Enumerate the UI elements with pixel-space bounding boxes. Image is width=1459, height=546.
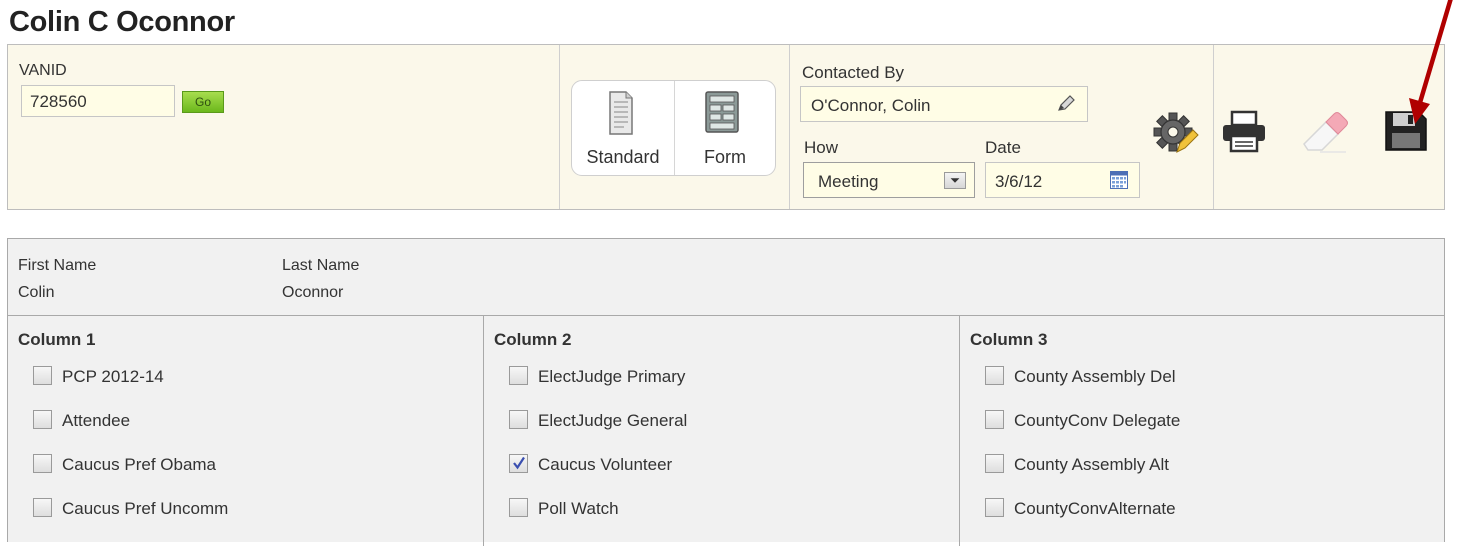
- date-input[interactable]: 3/6/12: [985, 162, 1140, 198]
- checkbox-label: Caucus Pref Obama: [62, 455, 217, 474]
- date-label: Date: [985, 138, 1021, 157]
- checkbox[interactable]: [509, 498, 528, 517]
- first-name-label: First Name: [18, 257, 97, 274]
- checkbox[interactable]: [509, 366, 528, 385]
- checkbox[interactable]: [33, 410, 52, 429]
- print-icon[interactable]: [1220, 110, 1268, 154]
- date-value: 3/6/12: [995, 172, 1043, 191]
- annotation-arrow: [1409, 0, 1453, 124]
- last-name-value: Oconnor: [282, 284, 344, 301]
- document-icon: [609, 91, 633, 135]
- checkbox[interactable]: [985, 410, 1004, 429]
- calendar-icon[interactable]: [1110, 171, 1128, 189]
- form-icon: [705, 91, 739, 133]
- checkbox-label: CountyConvAlternate: [1014, 499, 1176, 518]
- standard-label: Standard: [586, 147, 660, 167]
- checkbox[interactable]: [509, 410, 528, 429]
- checkbox-label: ElectJudge Primary: [538, 367, 686, 386]
- checkbox[interactable]: [985, 498, 1004, 517]
- contact-toolbar: VANID 728560 Go Standard Form Contacted …: [7, 44, 1445, 210]
- chevron-down-icon[interactable]: [944, 172, 966, 189]
- last-name-label: Last Name: [282, 257, 360, 274]
- checkbox[interactable]: [33, 498, 52, 517]
- checkbox-label: ElectJudge General: [538, 411, 688, 430]
- checkbox-label: PCP 2012-14: [62, 367, 164, 386]
- go-button[interactable]: Go: [182, 91, 224, 113]
- name-row: First Name Colin Last Name Oconnor: [8, 239, 1444, 316]
- checkbox-checked[interactable]: [509, 454, 528, 473]
- checkbox-label: Poll Watch: [538, 499, 619, 518]
- checkbox[interactable]: [33, 366, 52, 385]
- checkbox[interactable]: [33, 454, 52, 473]
- checkbox-label: County Assembly Alt: [1014, 455, 1169, 474]
- eraser-icon[interactable]: [1300, 110, 1350, 154]
- column-header: Column 2: [494, 330, 572, 349]
- gear-icon[interactable]: [1153, 110, 1199, 156]
- column-3: Column 3 County Assembly Del CountyConv …: [959, 316, 1445, 546]
- column-1: Column 1 PCP 2012-14 Attendee Caucus Pre…: [8, 316, 483, 546]
- first-name-value: Colin: [18, 284, 55, 301]
- contacted-by-label: Contacted By: [802, 63, 905, 82]
- form-view-button[interactable]: Form: [675, 81, 775, 175]
- column-header: Column 3: [970, 330, 1048, 349]
- page-title: Colin C Oconnor: [9, 6, 235, 38]
- how-label: How: [804, 138, 839, 157]
- checkbox[interactable]: [985, 366, 1004, 385]
- contacted-by-value: O'Connor, Colin: [811, 96, 931, 115]
- contacted-by-field[interactable]: O'Connor, Colin: [800, 86, 1088, 122]
- checkbox-label: Caucus Pref Uncomm: [62, 499, 229, 518]
- how-select[interactable]: Meeting: [803, 162, 975, 198]
- checkbox[interactable]: [985, 454, 1004, 473]
- checkbox-label: County Assembly Del: [1014, 367, 1176, 386]
- check-mark-icon: [513, 456, 525, 470]
- checkbox-label: Attendee: [62, 411, 131, 430]
- form-label: Form: [704, 147, 746, 167]
- toolbar-divider: [789, 45, 790, 209]
- view-toggle: Standard Form: [571, 80, 776, 176]
- checkbox-label: CountyConv Delegate: [1014, 411, 1181, 430]
- toolbar-divider: [559, 45, 560, 209]
- standard-view-button[interactable]: Standard: [572, 81, 675, 175]
- pencil-icon[interactable]: [1055, 94, 1077, 114]
- contact-form: First Name Colin Last Name Oconnor Colum…: [7, 238, 1445, 546]
- toolbar-divider: [1213, 45, 1214, 209]
- vanid-label: VANID: [19, 62, 67, 79]
- checkbox-label: Caucus Volunteer: [538, 455, 673, 474]
- vanid-input[interactable]: 728560: [21, 85, 175, 117]
- how-value: Meeting: [818, 172, 879, 191]
- column-2: Column 2 ElectJudge Primary ElectJudge G…: [483, 316, 960, 546]
- column-header: Column 1: [18, 330, 96, 349]
